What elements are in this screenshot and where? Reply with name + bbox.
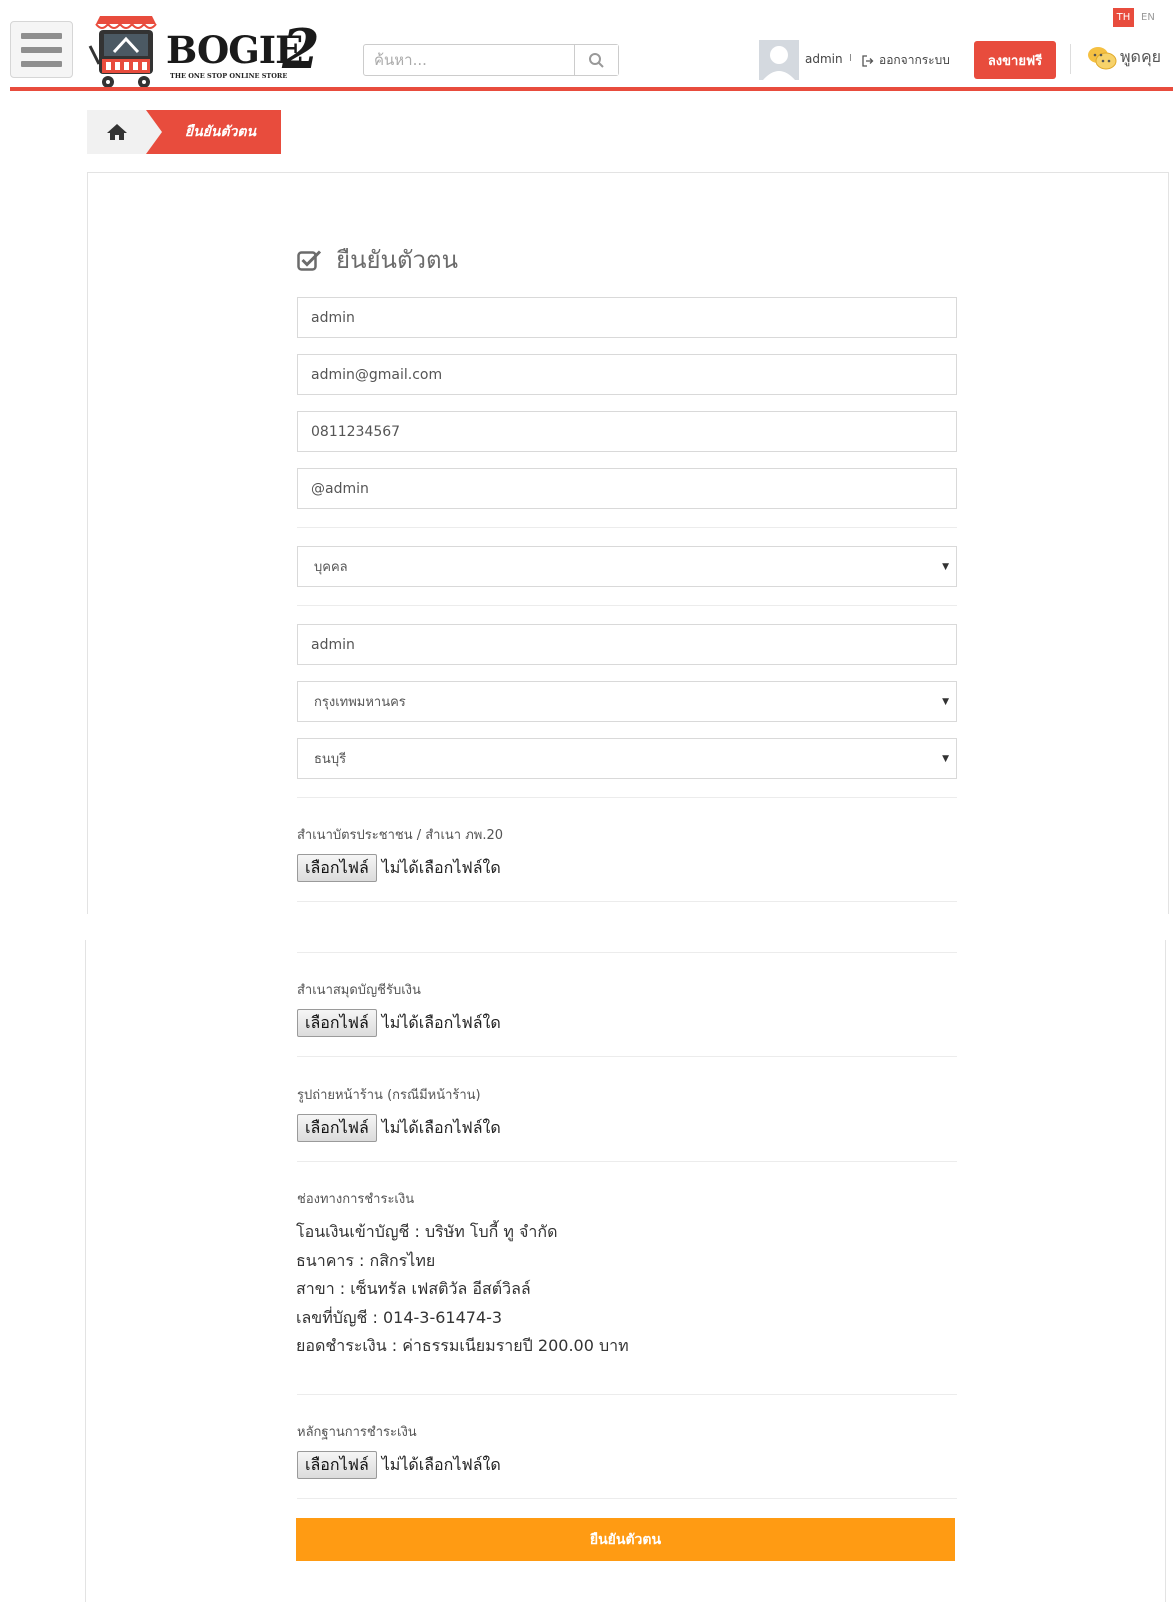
no-file-text: ไม่ได้เลือกไฟล์ใด: [381, 857, 501, 877]
storefront-photo-label: รูปถ่ายหน้าร้าน (กรณีมีหน้าร้าน): [297, 1088, 481, 1103]
separator: I: [849, 53, 852, 64]
logo-number: 2: [282, 17, 320, 81]
caret-down-icon: ▼: [942, 754, 949, 764]
no-file-text: ไม่ได้เลือกไฟล์ใด: [381, 1012, 501, 1032]
email-field[interactable]: admin@gmail.com: [297, 354, 957, 395]
submit-verify-button[interactable]: ยืนยันตัวตน: [296, 1518, 955, 1561]
payment-transfer: โอนเงินเข้าบัญชี : บริษัท โบกี้ ทู จำกัด: [296, 1222, 558, 1241]
payment-branch: สาขา : เซ็นทรัล เฟสติวัล อีสต์วิลล์: [296, 1279, 531, 1298]
divider: [297, 1161, 957, 1162]
caret-down-icon: ▼: [942, 562, 949, 572]
logout-label: ออกจากระบบ: [879, 53, 950, 67]
choose-file-button[interactable]: เลือกไฟล์: [297, 854, 377, 882]
district-value: ธนบุรี: [314, 752, 347, 767]
name-field[interactable]: admin: [297, 297, 957, 338]
no-file-text: ไม่ได้เลือกไฟล์ใด: [381, 1454, 501, 1474]
choose-file-button[interactable]: เลือกไฟล์: [297, 1009, 377, 1037]
divider: [297, 1056, 957, 1057]
sell-free-button[interactable]: ลงขายฟรี: [974, 41, 1056, 79]
search-button[interactable]: [574, 45, 618, 75]
line-id-field[interactable]: @admin: [297, 468, 957, 509]
payment-account-no: เลขที่บัญชี : 014-3-61474-3: [296, 1307, 503, 1327]
payment-proof-label: หลักฐานการชำระเงิน: [297, 1425, 417, 1440]
province-value: กรุงเทพมหานคร: [314, 695, 406, 710]
logout-link[interactable]: ออกจากระบบ: [862, 51, 950, 70]
choose-file-button[interactable]: เลือกไฟล์: [297, 1451, 377, 1479]
food-cart-icon: [88, 16, 157, 88]
check-square-icon: [297, 249, 322, 271]
choose-file-button[interactable]: เลือกไฟล์: [297, 1114, 377, 1142]
hamburger-menu-button[interactable]: [10, 21, 73, 78]
divider: [297, 1394, 957, 1395]
payment-channel-label: ช่องทางการชำระเงิน: [297, 1192, 415, 1207]
divider: [297, 797, 957, 798]
lang-en-button[interactable]: EN: [1141, 12, 1155, 23]
search-box: [363, 44, 619, 76]
form-panel: [87, 172, 1169, 914]
user-name[interactable]: admin: [805, 52, 843, 66]
divider: [297, 952, 957, 953]
district-select[interactable]: ธนบุรี ▼: [297, 738, 957, 779]
shop-name-field[interactable]: admin: [297, 624, 957, 665]
header-divider: [1070, 44, 1071, 74]
payment-bank: ธนาคาร : กสิกรไทย: [296, 1250, 436, 1270]
page-title-text: ยืนยันตัวตน: [336, 246, 458, 274]
site-logo[interactable]: BOGIE 2 THE ONE STOP ONLINE STORE: [86, 12, 326, 92]
avatar[interactable]: [759, 40, 799, 80]
home-icon: [107, 124, 127, 140]
breadcrumb-home[interactable]: [87, 110, 147, 154]
no-file-text: ไม่ได้เลือกไฟล์ใด: [381, 1117, 501, 1137]
chat-link[interactable]: พูดคุย: [1087, 45, 1161, 70]
divider: [297, 605, 957, 606]
payment-proof-upload: เลือกไฟล์ ไม่ได้เลือกไฟล์ใด: [297, 1451, 501, 1479]
sign-out-icon: [862, 54, 874, 67]
id-card-upload: เลือกไฟล์ ไม่ได้เลือกไฟล์ใด: [297, 854, 501, 882]
payment-amount: ยอดชำระเงิน : ค่าธรรมเนียมรายปี 200.00 บ…: [296, 1336, 629, 1355]
lang-th-button[interactable]: TH: [1113, 8, 1134, 27]
caret-down-icon: ▼: [942, 697, 949, 707]
person-type-value: บุคคล: [314, 560, 348, 575]
divider: [297, 1498, 957, 1499]
page-title: ยืนยันตัวตน: [297, 240, 458, 279]
search-input[interactable]: [364, 45, 574, 75]
chat-bubbles-icon: [1088, 46, 1117, 69]
storefront-photo-upload: เลือกไฟล์ ไม่ได้เลือกไฟล์ใด: [297, 1114, 501, 1142]
payment-details: โอนเงินเข้าบัญชี : บริษัท โบกี้ ทู จำกัด…: [296, 1218, 629, 1361]
bank-book-upload: เลือกไฟล์ ไม่ได้เลือกไฟล์ใด: [297, 1009, 501, 1037]
header-accent-line: [10, 87, 1173, 91]
chat-label: พูดคุย: [1120, 47, 1162, 66]
logo-tagline: THE ONE STOP ONLINE STORE: [170, 72, 288, 80]
user-silhouette-icon: [763, 46, 795, 80]
divider: [297, 901, 957, 902]
province-select[interactable]: กรุงเทพมหานคร ▼: [297, 681, 957, 722]
person-type-select[interactable]: บุคคล ▼: [297, 546, 957, 587]
id-card-label: สำเนาบัตรประชาชน / สำเนา ภพ.20: [297, 828, 504, 843]
bank-book-label: สำเนาสมุดบัญชีรับเงิน: [297, 983, 421, 998]
breadcrumb-current: ยืนยันตัวตน: [146, 110, 281, 154]
phone-field[interactable]: 0811234567: [297, 411, 957, 452]
divider: [297, 527, 957, 528]
search-icon: [589, 53, 604, 68]
